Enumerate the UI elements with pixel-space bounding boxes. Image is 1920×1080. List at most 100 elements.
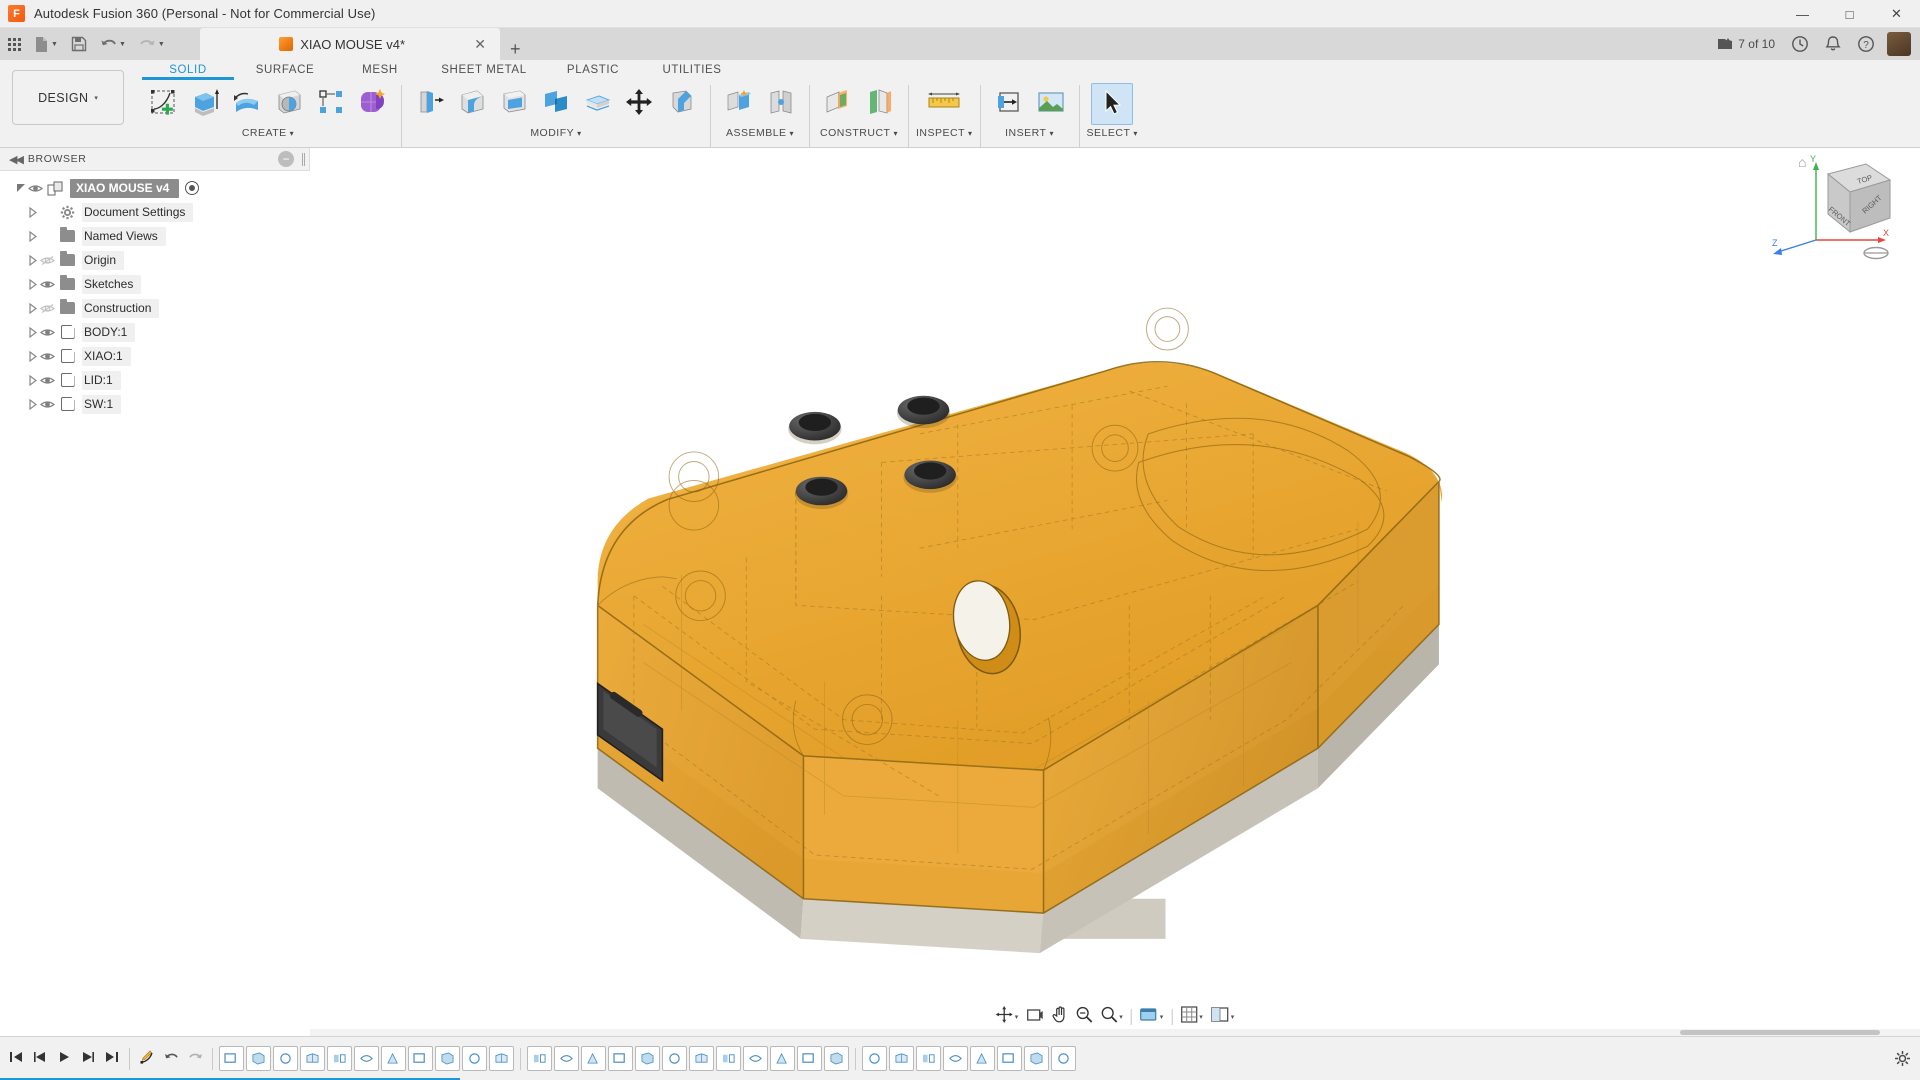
combine-button[interactable] xyxy=(535,83,577,125)
eye-visible-icon[interactable] xyxy=(39,396,56,413)
press-pull-button[interactable] xyxy=(409,83,451,125)
timeline-feature-6[interactable] xyxy=(354,1046,379,1071)
align-button[interactable] xyxy=(661,83,703,125)
clock-icon[interactable] xyxy=(1783,28,1817,60)
browser-tree-item-xiao-1[interactable]: XIAO:1 xyxy=(0,344,310,368)
plane-angle-button[interactable] xyxy=(859,83,901,125)
window-maximize-button[interactable]: □ xyxy=(1826,0,1873,28)
expand-arrow-right-icon[interactable] xyxy=(26,302,39,315)
new-component-button[interactable] xyxy=(718,83,760,125)
toolbar-group-label[interactable]: CREATE▾ xyxy=(242,127,294,139)
chevron-down-icon[interactable]: ▼ xyxy=(51,41,58,48)
timeline-first-button[interactable] xyxy=(4,1044,28,1074)
ribbon-tab-utilities[interactable]: UTILITIES xyxy=(642,60,742,76)
browser-tree-item-document-settings[interactable]: Document Settings xyxy=(0,200,310,224)
help-icon[interactable]: ? xyxy=(1849,28,1883,60)
eye-visible-icon[interactable] xyxy=(39,324,56,341)
zoom-window-button[interactable]: ▾ xyxy=(1096,1005,1127,1029)
timeline-feature-1[interactable] xyxy=(219,1046,244,1071)
browser-tree-item-lid-1[interactable]: LID:1 xyxy=(0,368,310,392)
look-at-button[interactable] xyxy=(1022,1005,1047,1029)
save-icon[interactable] xyxy=(66,31,92,57)
create-sketch-button[interactable] xyxy=(142,83,184,125)
browser-tree-item-origin[interactable]: Origin xyxy=(0,248,310,272)
collapse-left-icon[interactable]: ◀◀ xyxy=(0,153,28,166)
chevron-down-icon[interactable]: ▾ xyxy=(1119,1013,1123,1021)
timeline-feature-17[interactable] xyxy=(662,1046,687,1071)
timeline-feature-8[interactable] xyxy=(408,1046,433,1071)
chevron-down-icon[interactable]: ▾ xyxy=(1199,1013,1203,1021)
chevron-down-icon[interactable]: ▾ xyxy=(94,94,98,102)
expand-arrow-right-icon[interactable] xyxy=(26,326,39,339)
timeline-feature-18[interactable] xyxy=(689,1046,714,1071)
new-file-icon[interactable]: ▼ xyxy=(29,31,63,57)
view-cube[interactable]: ⌂ X Y Z TOP FRONT RIGHT xyxy=(1770,152,1900,267)
offset-face-button[interactable] xyxy=(577,83,619,125)
extrude-button[interactable] xyxy=(184,83,226,125)
timeline-feature-22[interactable] xyxy=(797,1046,822,1071)
ribbon-tab-plastic[interactable]: PLASTIC xyxy=(544,60,642,76)
chevron-down-icon[interactable]: ▾ xyxy=(1231,1013,1235,1021)
timeline-feature-30[interactable] xyxy=(1024,1046,1049,1071)
canvas-scrollbar-thumb[interactable] xyxy=(1680,1030,1880,1035)
eye-visible-icon[interactable] xyxy=(39,276,56,293)
expand-arrow-right-icon[interactable] xyxy=(26,254,39,267)
browser-tree-item-named-views[interactable]: Named Views xyxy=(0,224,310,248)
expand-arrow-right-icon[interactable] xyxy=(26,398,39,411)
zoom-button[interactable] xyxy=(1071,1005,1096,1029)
timeline-next-button[interactable] xyxy=(76,1044,100,1074)
eye-visible-icon[interactable] xyxy=(39,348,56,365)
joint-button[interactable] xyxy=(760,83,802,125)
chevron-down-icon[interactable]: ▾ xyxy=(577,129,582,138)
eye-hidden-icon[interactable] xyxy=(39,300,56,317)
undo-icon[interactable]: ▼ xyxy=(95,31,131,57)
display-settings-button[interactable]: ▾ xyxy=(1136,1005,1168,1029)
timeline-settings-gear-icon[interactable] xyxy=(1890,1044,1914,1074)
new-tab-button[interactable]: + xyxy=(500,39,531,60)
fillet-button[interactable] xyxy=(451,83,493,125)
timeline-feature-29[interactable] xyxy=(997,1046,1022,1071)
orbit-button[interactable]: ▾ xyxy=(992,1005,1023,1029)
timeline-feature-5[interactable] xyxy=(327,1046,352,1071)
jobs-status-button[interactable]: 7 of 10 xyxy=(1709,28,1783,60)
timeline-redo-feature[interactable] xyxy=(183,1044,207,1074)
bell-icon[interactable] xyxy=(1817,28,1849,60)
timeline-feature-21[interactable] xyxy=(770,1046,795,1071)
canvas-scrollbar[interactable] xyxy=(310,1029,1920,1036)
ribbon-tab-sheet-metal[interactable]: SHEET METAL xyxy=(424,60,544,76)
grid-snap-button[interactable]: ▾ xyxy=(1176,1005,1207,1029)
timeline-feature-12[interactable] xyxy=(527,1046,552,1071)
hole-button[interactable] xyxy=(268,83,310,125)
timeline-feature-26[interactable] xyxy=(916,1046,941,1071)
offset-plane-button[interactable] xyxy=(817,83,859,125)
activate-component-radio[interactable] xyxy=(185,181,199,195)
chevron-down-icon[interactable]: ▼ xyxy=(158,41,165,48)
browser-tree-item-sketches[interactable]: Sketches xyxy=(0,272,310,296)
timeline-feature-4[interactable] xyxy=(300,1046,325,1071)
eye-visible-icon[interactable] xyxy=(27,180,44,197)
toolbar-group-label[interactable]: INSERT▾ xyxy=(1005,127,1054,139)
toolbar-group-label[interactable]: SELECT▾ xyxy=(1087,127,1138,139)
expand-arrow-right-icon[interactable] xyxy=(26,374,39,387)
ribbon-tab-surface[interactable]: SURFACE xyxy=(234,60,336,76)
timeline-feature-19[interactable] xyxy=(716,1046,741,1071)
chevron-down-icon[interactable]: ▾ xyxy=(290,129,295,138)
timeline-feature-25[interactable] xyxy=(889,1046,914,1071)
timeline-feature-31[interactable] xyxy=(1051,1046,1076,1071)
timeline-feature-3[interactable] xyxy=(273,1046,298,1071)
chevron-down-icon[interactable]: ▾ xyxy=(1015,1013,1019,1021)
timeline-prev-button[interactable] xyxy=(28,1044,52,1074)
document-tab[interactable]: XIAO MOUSE v4* ✕ xyxy=(200,28,500,60)
browser-tree-item-construction[interactable]: Construction xyxy=(0,296,310,320)
revolve-button[interactable] xyxy=(226,83,268,125)
shell-button[interactable] xyxy=(493,83,535,125)
chevron-down-icon[interactable]: ▾ xyxy=(790,129,795,138)
viewports-button[interactable]: ▾ xyxy=(1207,1005,1239,1029)
chevron-down-icon[interactable]: ▾ xyxy=(1049,129,1054,138)
app-grid-icon[interactable] xyxy=(3,31,26,57)
create-form-button[interactable] xyxy=(352,83,394,125)
expand-arrow-right-icon[interactable] xyxy=(26,206,39,219)
timeline-feature-23[interactable] xyxy=(824,1046,849,1071)
timeline-feature-27[interactable] xyxy=(943,1046,968,1071)
timeline-play-button[interactable] xyxy=(52,1044,76,1074)
